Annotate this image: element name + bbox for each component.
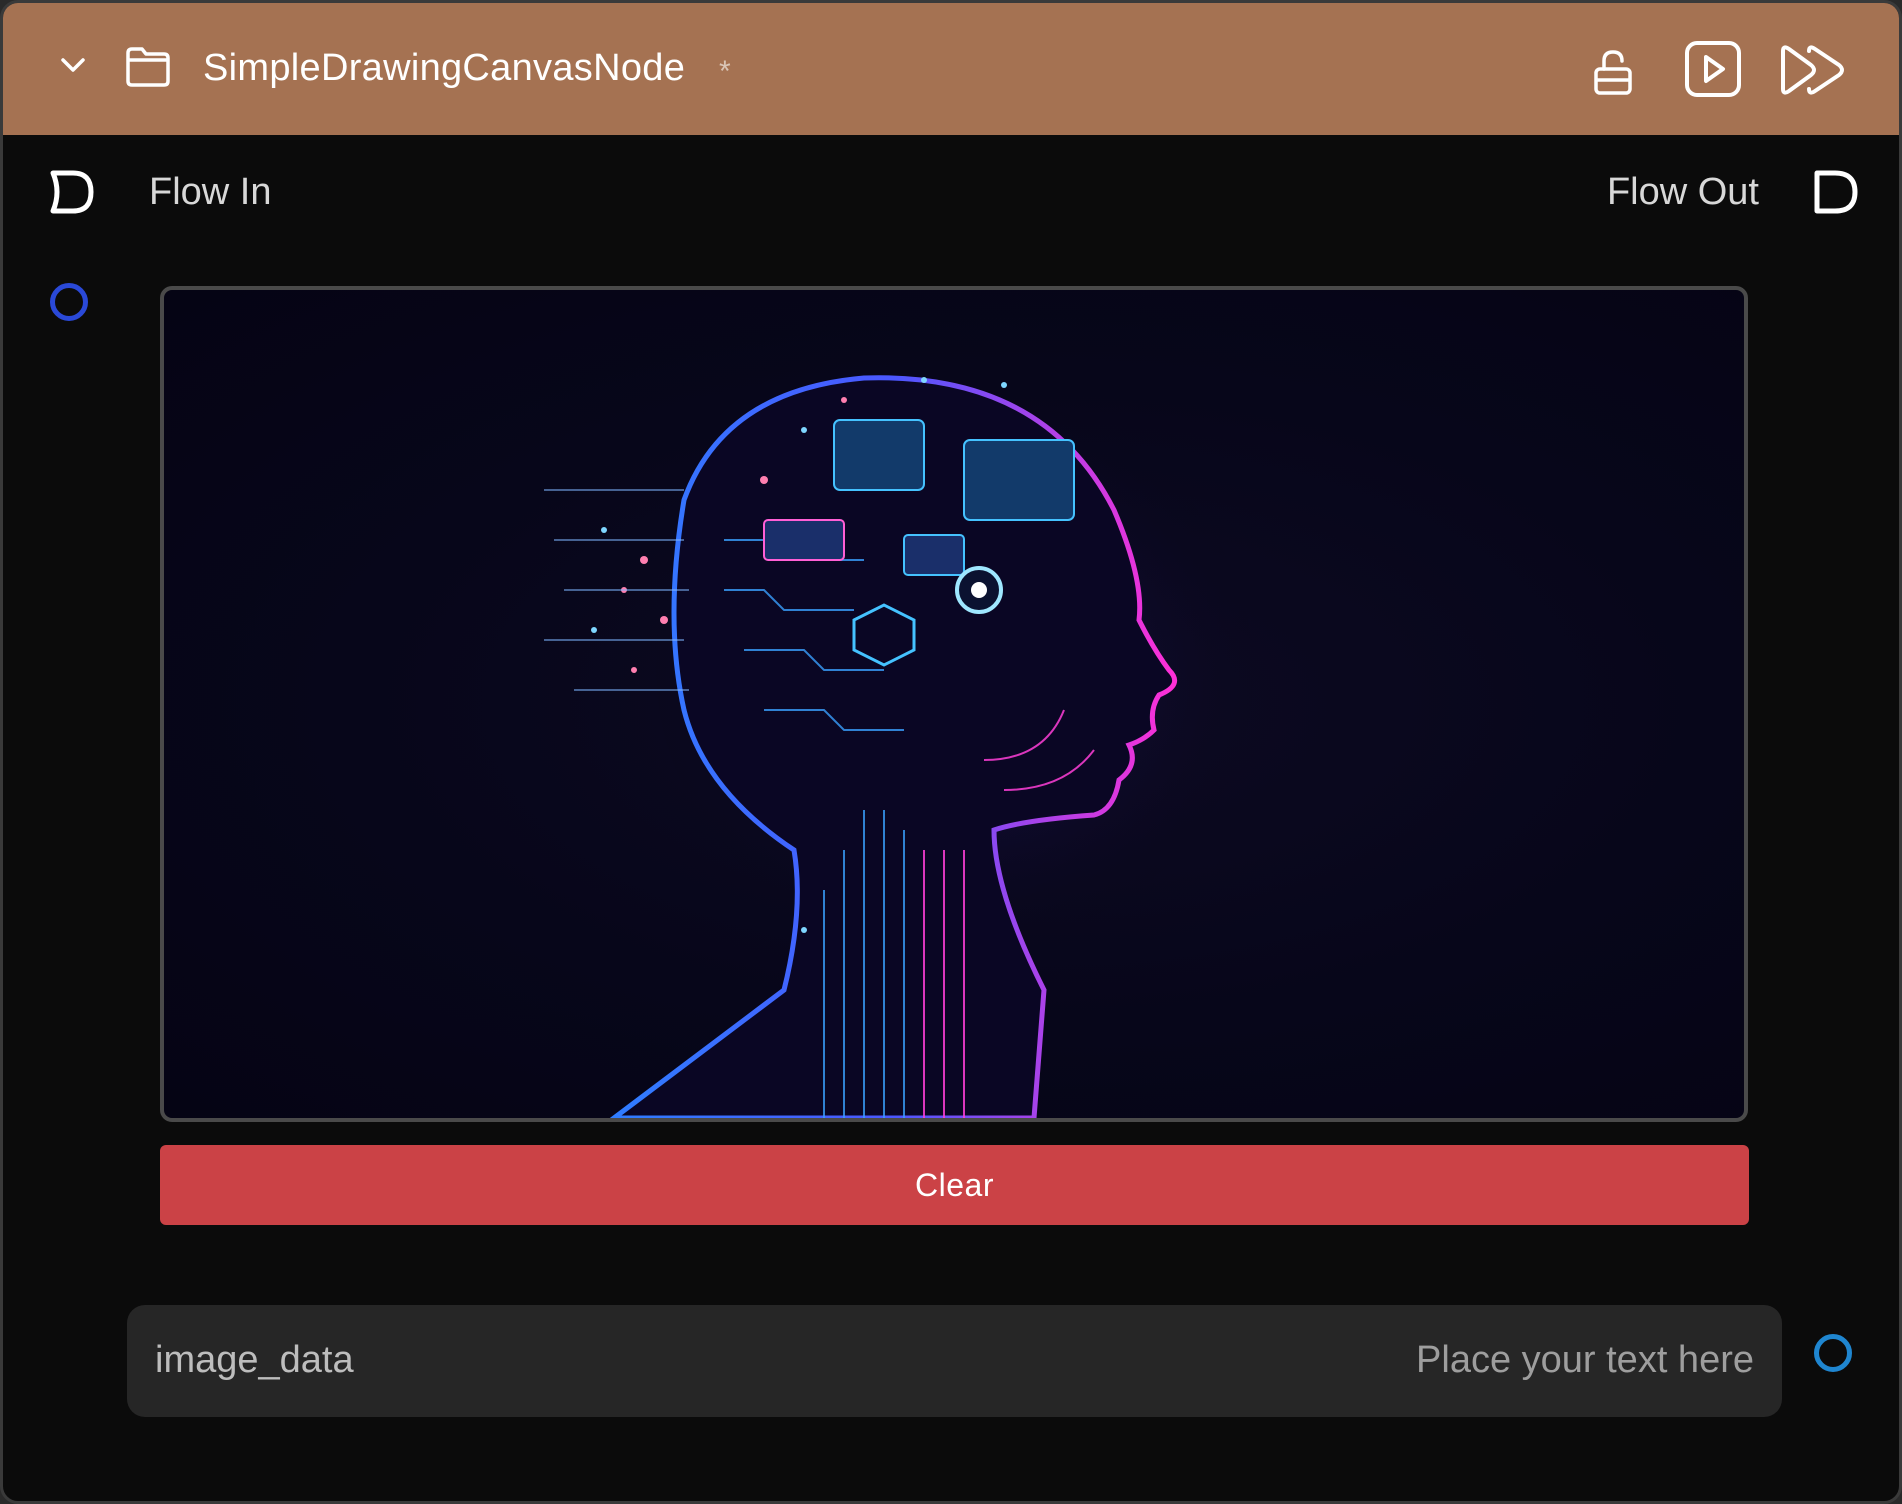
drawing-canvas-node: SimpleDrawingCanvasNode * Flow In Flow O…	[0, 0, 1902, 1504]
image-data-input[interactable]: Place your text here	[1416, 1339, 1754, 1382]
ai-head-circuit-image	[544, 370, 1274, 1118]
flow-out-port-icon[interactable]	[1813, 169, 1859, 215]
flow-in-port-icon[interactable]	[49, 169, 95, 215]
image-data-label: image_data	[155, 1339, 354, 1381]
flow-out-label: Flow Out	[1606, 171, 1759, 213]
image-data-output-port[interactable]	[1814, 1334, 1852, 1372]
node-title: SimpleDrawingCanvasNode	[203, 47, 686, 89]
unlock-icon[interactable]	[1588, 47, 1638, 97]
play-icon[interactable]	[1683, 39, 1743, 99]
flow-in-label: Flow In	[149, 171, 272, 213]
drawing-canvas[interactable]	[160, 286, 1748, 1122]
folder-icon[interactable]	[123, 45, 173, 89]
canvas-input-port[interactable]	[50, 283, 88, 321]
chevron-down-icon[interactable]	[53, 45, 93, 85]
clear-button[interactable]: Clear	[160, 1145, 1749, 1225]
modified-indicator: *	[719, 55, 731, 88]
node-header: SimpleDrawingCanvasNode *	[3, 3, 1899, 135]
fast-forward-icon[interactable]	[1777, 41, 1849, 99]
image-data-field[interactable]: image_data Place your text here	[127, 1305, 1782, 1417]
